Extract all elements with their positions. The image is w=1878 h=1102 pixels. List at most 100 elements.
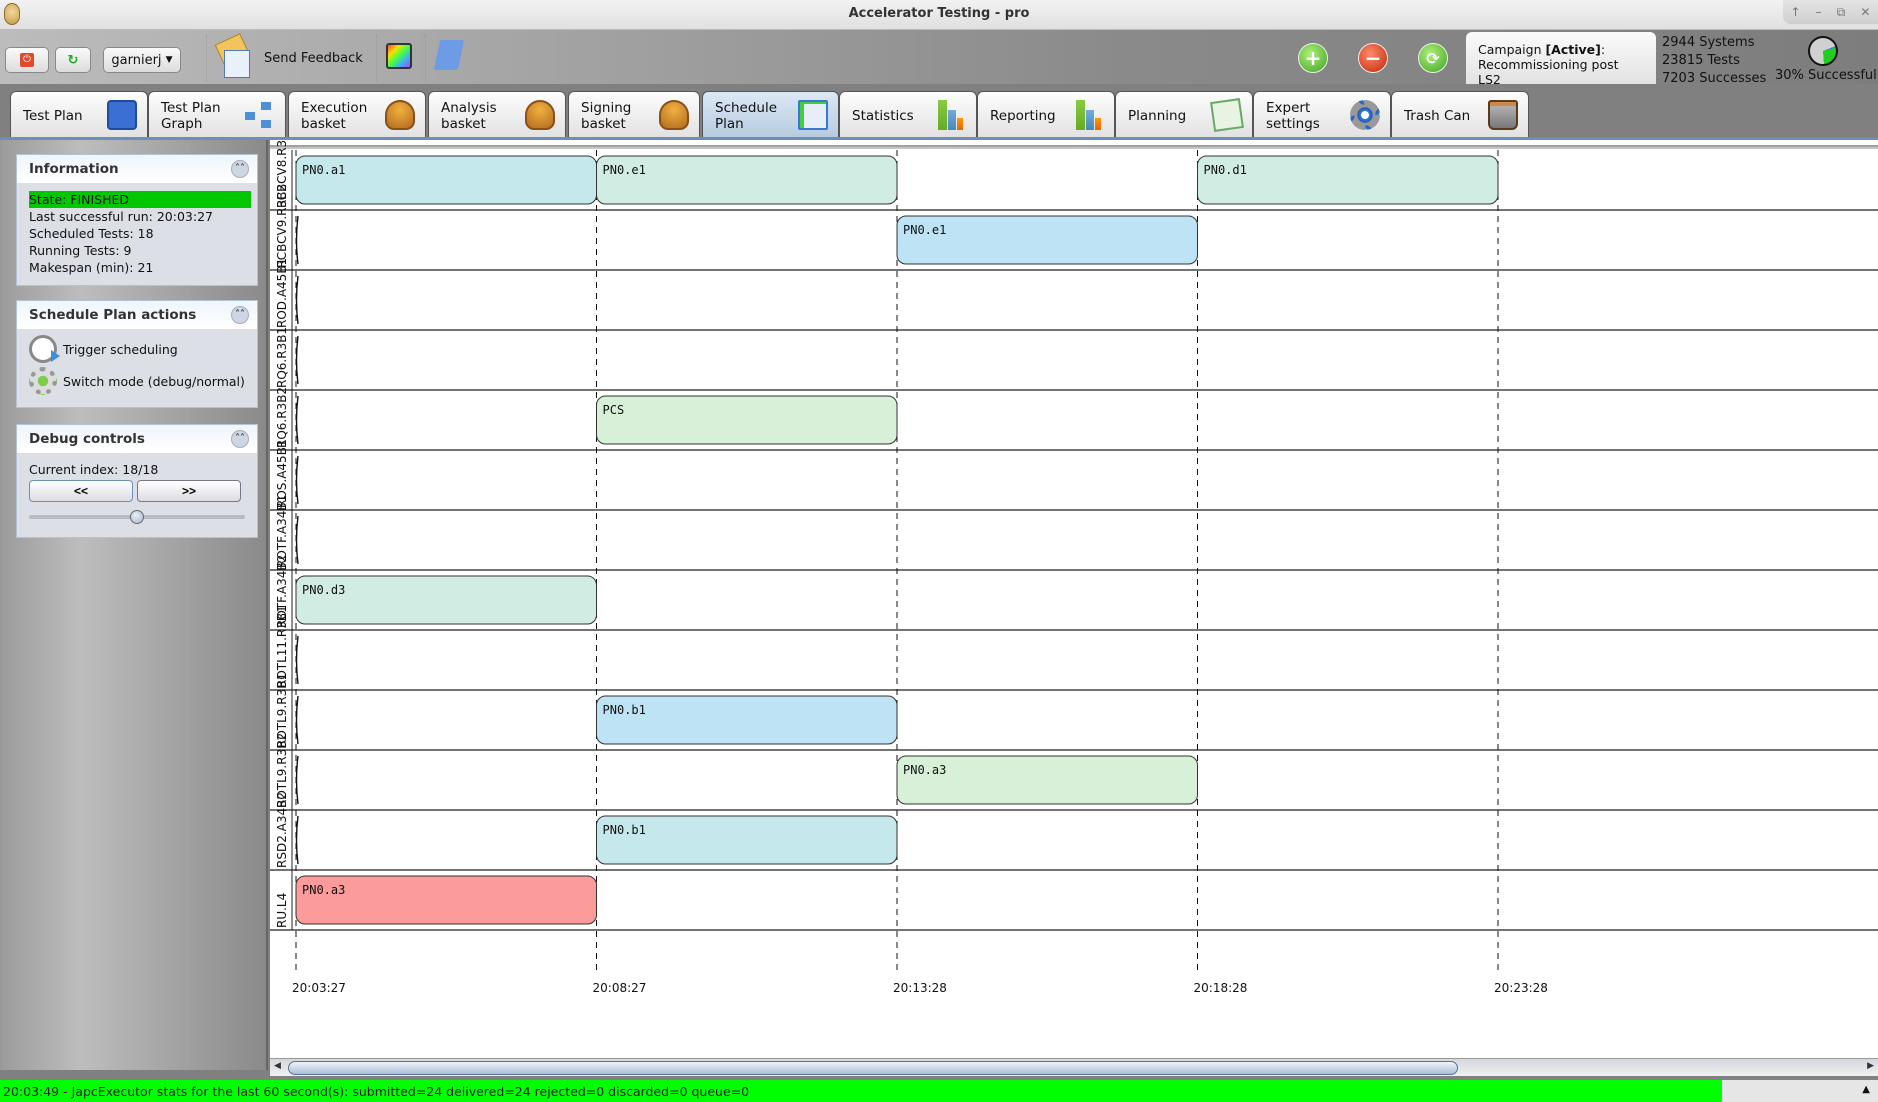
- basket-icon: [385, 100, 415, 130]
- trigger-scheduling-action[interactable]: Trigger scheduling: [29, 333, 245, 365]
- task-label: PN0.e1: [903, 223, 946, 237]
- tab-analysis-basket[interactable]: Analysis basket: [428, 91, 566, 137]
- campaign-state: [Active]: [1545, 42, 1601, 57]
- close-icon[interactable]: ✕: [1860, 5, 1870, 19]
- status-bar: 20:03:49 - JapcExecutor stats for the la…: [0, 1080, 1722, 1102]
- user-name: garnierj: [111, 52, 162, 68]
- schedule-actions-panel: Schedule Plan actions ˄˄ Trigger scheduli…: [16, 300, 258, 408]
- chevron-down-icon: ▼: [165, 55, 173, 65]
- information-panel: Information ˄˄ State: FINISHED Last succe…: [16, 154, 258, 286]
- tests-count: 23815 Tests: [1662, 53, 1740, 68]
- user-dropdown[interactable]: garnierj ▼: [103, 47, 181, 73]
- task-label: PN0.a3: [903, 763, 946, 777]
- success-pie-icon: [1808, 36, 1838, 66]
- panel-title: Information: [29, 161, 119, 177]
- panel-title: Debug controls: [29, 431, 145, 447]
- tab-label: Reporting: [990, 108, 1056, 124]
- task-label: PN0.d1: [1204, 163, 1247, 177]
- previous-step-button[interactable]: <<: [29, 480, 133, 502]
- panel-header: Debug controls ˄˄: [17, 425, 257, 453]
- sidebar: Information ˄˄ State: FINISHED Last succe…: [0, 140, 268, 1070]
- planning-icon: [1210, 98, 1244, 132]
- minimize-icon[interactable]: –: [1816, 5, 1822, 19]
- empty-slot-marker: [295, 515, 299, 565]
- tab-label: Statistics: [852, 108, 914, 124]
- tab-label: Test Plan: [23, 108, 83, 124]
- tab-label: Planning: [1128, 108, 1187, 124]
- tab-label: Schedule Plan: [715, 100, 778, 132]
- row-label: RQ6.R3B1: [275, 327, 289, 388]
- restore-icon[interactable]: ⧉: [1837, 5, 1846, 20]
- tab-expert-settings[interactable]: Expert settings: [1253, 91, 1391, 137]
- slider-thumb[interactable]: [130, 510, 144, 524]
- row-label: RCBCV9.R3B2: [275, 184, 289, 268]
- tab-label: Test Plan Graph: [161, 100, 221, 132]
- test-plan-icon: [107, 100, 137, 130]
- scrollbar-thumb[interactable]: [288, 1061, 1458, 1075]
- color-palette-icon[interactable]: [386, 43, 412, 69]
- task-label: PCS: [603, 403, 625, 417]
- gantt-icon: [798, 100, 828, 130]
- next-step-button[interactable]: >>: [137, 480, 241, 502]
- tab-trash-can[interactable]: Trash Can: [1391, 91, 1529, 137]
- horizontal-scrollbar[interactable]: ◀ ▶: [270, 1058, 1878, 1076]
- reload-button[interactable]: ⟳: [1418, 43, 1448, 73]
- bar-chart-icon: [936, 100, 966, 130]
- scroll-left-icon[interactable]: ◀: [274, 1061, 281, 1071]
- time-tick-label: 20:13:28: [893, 981, 947, 995]
- tab-label: Execution basket: [301, 100, 368, 132]
- tab-schedule-plan[interactable]: Schedule Plan: [702, 91, 839, 137]
- tab-test-plan[interactable]: Test Plan: [10, 91, 148, 137]
- tab-execution-basket[interactable]: Execution basket: [288, 91, 426, 137]
- tab-test-plan-graph[interactable]: Test Plan Graph: [148, 91, 286, 137]
- tab-planning[interactable]: Planning: [1115, 91, 1253, 137]
- task-label: PN0.a3: [302, 883, 345, 897]
- time-tick-label: 20:08:27: [593, 981, 647, 995]
- toolbar-separator: [206, 35, 207, 81]
- stopwatch-icon: [29, 335, 60, 363]
- refresh-icon: ↻: [67, 52, 79, 68]
- empty-slot-marker: [295, 215, 299, 265]
- switch-mode-action[interactable]: Switch mode (debug/normal): [29, 365, 245, 397]
- row-label: ROD.A45B1: [275, 258, 289, 328]
- tab-signing-basket[interactable]: Signing basket: [568, 91, 700, 137]
- shade-icon[interactable]: ↑: [1791, 5, 1801, 19]
- scroll-right-icon[interactable]: ▶: [1867, 1061, 1874, 1071]
- tab-statistics[interactable]: Statistics: [839, 91, 977, 137]
- current-index-text: Current index: 18/18: [29, 462, 159, 477]
- empty-slot-marker: [295, 755, 299, 805]
- power-button[interactable]: ⏻: [5, 47, 49, 73]
- status-bar-expander[interactable]: ▲: [1722, 1080, 1878, 1102]
- debug-index-slider[interactable]: [29, 508, 245, 526]
- send-feedback-button[interactable]: Send Feedback: [214, 36, 363, 80]
- basket-icon: [525, 100, 555, 130]
- panel-title: Schedule Plan actions: [29, 307, 197, 323]
- collapse-icon[interactable]: ˄˄: [231, 306, 249, 324]
- toolbar-separator: [425, 35, 426, 81]
- switch-mode-label: Switch mode (debug/normal): [63, 373, 245, 389]
- refresh-button[interactable]: ↻: [55, 47, 91, 73]
- empty-slot-marker: [295, 815, 299, 865]
- toolbar-separator: [376, 35, 377, 81]
- success-rate-label: 30% Successful: [1775, 68, 1877, 83]
- task-label: PN0.b1: [603, 823, 646, 837]
- collapse-icon[interactable]: ˄˄: [231, 430, 249, 448]
- basket-icon: [659, 100, 689, 130]
- window-title: Accelerator Testing - pro: [848, 6, 1030, 21]
- graph-icon: [245, 100, 275, 130]
- campaign-selector[interactable]: Campaign [Active]: Recommissioning post …: [1466, 32, 1656, 87]
- minus-icon: −: [1364, 46, 1382, 70]
- makespan-text: Makespan (min): 21: [29, 260, 154, 275]
- window-controls: ↑ – ⧉ ✕: [1783, 0, 1878, 24]
- remove-button[interactable]: −: [1358, 43, 1388, 73]
- add-button[interactable]: +: [1298, 43, 1328, 73]
- scheduled-tests-text: Scheduled Tests: 18: [29, 226, 154, 241]
- campaign-name: Recommissioning post LS2: [1478, 57, 1619, 87]
- send-feedback-label: Send Feedback: [264, 50, 363, 66]
- empty-slot-marker: [295, 695, 299, 745]
- empty-slot-marker: [295, 455, 299, 505]
- notebook-icon[interactable]: [433, 40, 465, 70]
- tab-reporting[interactable]: Reporting: [977, 91, 1115, 137]
- collapse-icon[interactable]: ˄˄: [231, 160, 249, 178]
- empty-slot-marker: [295, 275, 299, 325]
